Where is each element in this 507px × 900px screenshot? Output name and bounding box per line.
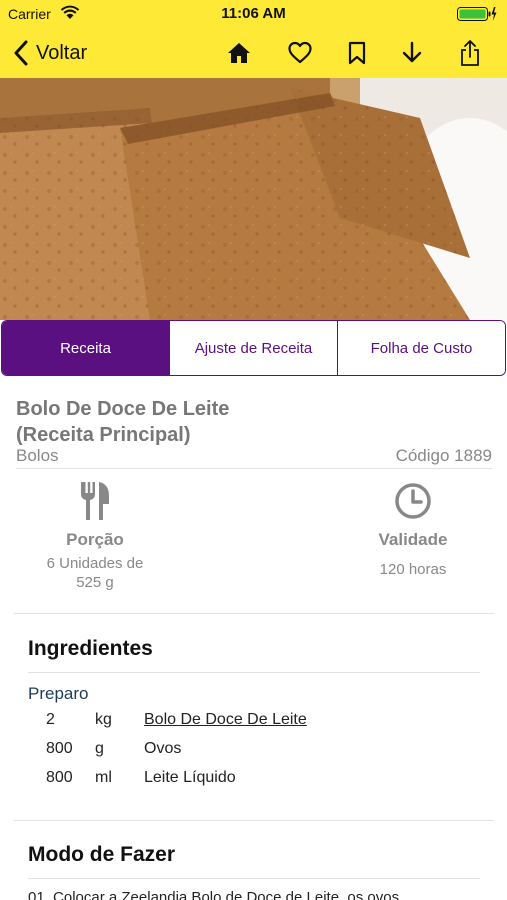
ingredient-unit: ml xyxy=(95,769,112,786)
ingredient-unit: kg xyxy=(95,711,112,728)
info-divider xyxy=(14,613,494,614)
portion-value-line2: 525 g xyxy=(76,574,114,591)
ingredient-name: Ovos xyxy=(144,740,182,757)
bookmark-icon xyxy=(348,41,366,65)
battery-icon xyxy=(457,7,497,21)
clock-time: 11:06 AM xyxy=(221,5,286,22)
validity-block: Validade 120 horas xyxy=(338,480,488,579)
clock-icon xyxy=(395,483,431,519)
favorite-button[interactable] xyxy=(285,38,315,68)
ingredients-title-divider xyxy=(28,672,480,673)
tab-folha-de-custo[interactable]: Folha de Custo xyxy=(337,321,505,375)
portion-value: 6 Unidades de 525 g xyxy=(20,554,170,592)
navigation-bar: Voltar xyxy=(0,28,507,78)
validity-label: Validade xyxy=(378,530,448,549)
chevron-left-icon xyxy=(14,40,28,66)
recipe-category: Bolos xyxy=(16,446,59,465)
download-arrow-icon xyxy=(402,41,422,63)
ingredient-row: 2 kg Bolo De Doce De Leite xyxy=(0,711,507,735)
download-button[interactable] xyxy=(397,38,427,68)
recipe-title-line2: (Receita Principal) xyxy=(16,424,191,446)
share-button[interactable] xyxy=(455,38,485,68)
recipe-title: Bolo De Doce De Leite (Receita Principal… xyxy=(16,396,346,448)
ingredient-group-label: Preparo xyxy=(28,684,89,703)
recipe-title-line1: Bolo De Doce De Leite xyxy=(16,398,230,420)
ingredient-name: Leite Líquido xyxy=(144,769,236,786)
ingredient-link[interactable]: Bolo De Doce De Leite xyxy=(144,711,307,729)
portion-label: Porção xyxy=(66,530,124,549)
portion-block: Porção 6 Unidades de 525 g xyxy=(20,480,170,592)
ingredient-quantity: 2 xyxy=(46,711,55,728)
share-icon xyxy=(461,40,479,66)
back-label: Voltar xyxy=(36,41,88,64)
ingredient-quantity: 800 xyxy=(46,740,73,757)
validity-value: 120 horas xyxy=(379,561,447,578)
back-button[interactable]: Voltar xyxy=(12,38,87,68)
method-title-divider xyxy=(28,878,480,879)
fork-knife-icon xyxy=(81,482,109,520)
method-step-text: 01. Colocar a Zeelandia Bolo de Doce de … xyxy=(28,889,400,900)
ingredients-title: Ingredientes xyxy=(28,637,153,660)
heart-icon xyxy=(288,41,312,64)
charging-bolt-icon xyxy=(491,7,497,21)
home-icon xyxy=(228,43,250,63)
recipe-code: Código 1889 xyxy=(395,446,492,465)
ingredient-row: 800 ml Leite Líquido xyxy=(0,769,507,793)
status-bar: Carrier 11:06 AM xyxy=(0,0,507,28)
tab-ajuste-de-receita[interactable]: Ajuste de Receita xyxy=(169,321,337,375)
ingredient-unit: g xyxy=(95,740,104,757)
ingredients-divider xyxy=(14,820,494,821)
recipe-photo xyxy=(0,78,507,320)
ingredient-row: 800 g Ovos xyxy=(0,740,507,764)
header-divider xyxy=(16,468,492,469)
portion-value-line1: 6 Unidades de xyxy=(46,555,144,572)
tab-receita[interactable]: Receita xyxy=(2,321,169,375)
ingredient-quantity: 800 xyxy=(46,769,73,786)
method-title: Modo de Fazer xyxy=(28,843,176,866)
home-button[interactable] xyxy=(224,38,254,68)
bookmark-button[interactable] xyxy=(342,38,372,68)
recipe-tabs: Receita Ajuste de Receita Folha de Custo xyxy=(1,320,506,376)
